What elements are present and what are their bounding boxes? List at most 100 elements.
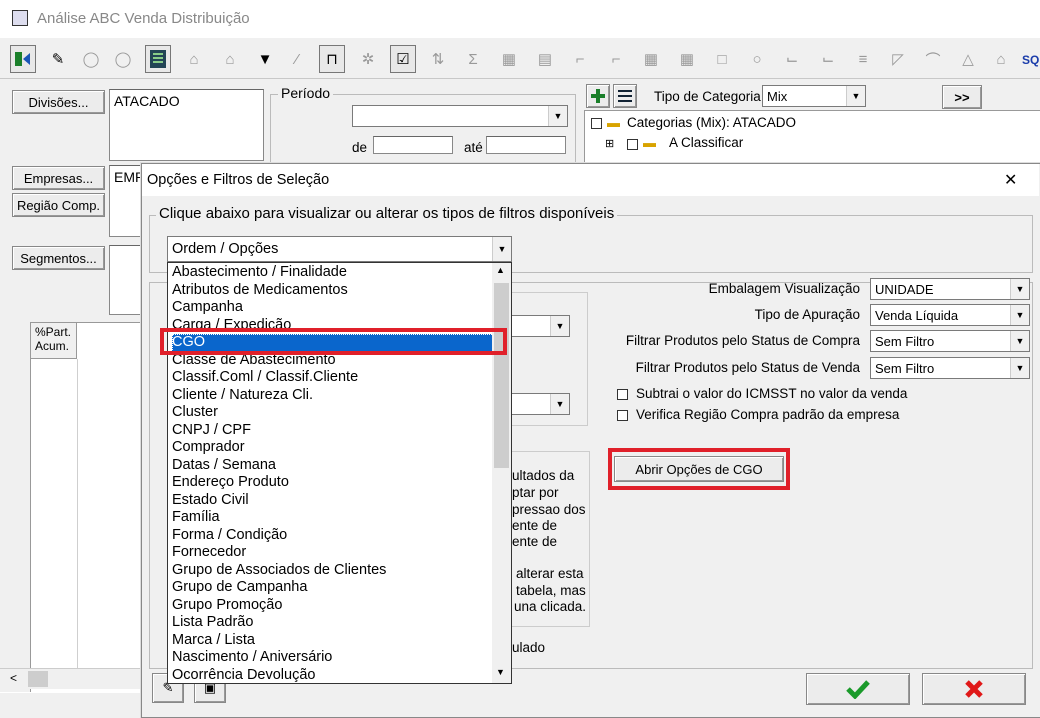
bracket-icon[interactable]: ⌐: [567, 45, 593, 73]
filter-type-select[interactable]: Ordem / Opções ▼: [167, 236, 512, 262]
steps-icon[interactable]: ⌙: [779, 45, 805, 73]
dropdown-item[interactable]: Datas / Semana: [172, 457, 494, 475]
check-icon: [846, 680, 870, 699]
filter-type-dropdown[interactable]: Abastecimento / Finalidade Atributos de M…: [167, 262, 512, 684]
checklist-icon[interactable]: ☑: [390, 45, 416, 73]
divisoes-field[interactable]: ATACADO: [109, 89, 264, 161]
add-category-icon[interactable]: [586, 84, 610, 108]
shape-icon[interactable]: ◸: [885, 45, 911, 73]
dropdown-item[interactable]: Família: [172, 509, 494, 527]
ok-button[interactable]: [806, 673, 910, 705]
info-text: ente de: [512, 534, 558, 549]
curve-icon[interactable]: ⌙: [815, 45, 841, 73]
more-button[interactable]: >>: [942, 85, 982, 109]
list-icon[interactable]: [613, 84, 637, 108]
dropdown-item[interactable]: Atributos de Medicamentos: [172, 282, 494, 300]
icmsst-checkbox[interactable]: [617, 389, 628, 400]
bars-icon[interactable]: ≡: [850, 45, 876, 73]
layout-icon[interactable]: ⊓: [319, 45, 345, 73]
reload-icon[interactable]: ◯: [110, 45, 136, 73]
lock-icon[interactable]: ⌂: [988, 45, 1014, 73]
fan-icon[interactable]: ⌒: [920, 45, 946, 73]
tipo-categoria-label: Tipo de Categoria: [654, 89, 761, 104]
dropdown-item[interactable]: Nascimento / Aniversário: [172, 649, 494, 667]
chevron-down-icon: ▼: [492, 237, 511, 261]
dropdown-item[interactable]: Grupo de Associados de Clientes: [172, 562, 494, 580]
status-compra-value: Sem Filtro: [875, 334, 935, 349]
expand-icon[interactable]: ⊞: [605, 137, 614, 150]
table2-icon[interactable]: ▤: [532, 45, 558, 73]
tipo-apuracao-select[interactable]: Venda Líquida ▼: [870, 304, 1030, 326]
dropdown-item[interactable]: Endereço Produto: [172, 474, 494, 492]
scroll-thumb[interactable]: [28, 671, 48, 687]
dropdown-item[interactable]: Lista Padrão: [172, 614, 494, 632]
sort-icon[interactable]: ⇅: [425, 45, 451, 73]
chart-down-icon[interactable]: ⌂: [217, 45, 243, 73]
chart-up-icon[interactable]: ⌂: [181, 45, 207, 73]
dropdown-item[interactable]: Fornecedor: [172, 544, 494, 562]
sum-icon[interactable]: Σ: [460, 45, 486, 73]
regiao-button[interactable]: Região Comp.: [12, 193, 105, 217]
dropdown-item[interactable]: Ocorrência Devolução: [172, 667, 494, 685]
dropdown-item[interactable]: Grupo Promoção: [172, 597, 494, 615]
square-icon[interactable]: □: [709, 45, 735, 73]
table-icon[interactable]: ▦: [496, 45, 522, 73]
tipo-apuracao-label: Tipo de Apuração: [754, 307, 860, 322]
scroll-left-icon[interactable]: <: [10, 671, 17, 685]
acumulado-label: ulado: [512, 640, 546, 655]
tree-item[interactable]: A Classificar: [669, 135, 743, 150]
x-icon: [965, 680, 983, 698]
bracket2-icon[interactable]: ⌐: [603, 45, 629, 73]
category-tree[interactable]: ▬ Categorias (Mix): ATACADO ⊞ ▬ A Classi…: [584, 110, 1040, 167]
scroll-down-icon[interactable]: ▼: [496, 667, 505, 677]
status-venda-label: Filtrar Produtos pelo Status de Venda: [635, 360, 860, 375]
close-icon[interactable]: ✕: [1004, 170, 1017, 190]
settings-icon[interactable]: ✲: [355, 45, 381, 73]
dropdown-scrollbar[interactable]: ▲ ▼: [492, 263, 511, 683]
grid-icon[interactable]: ▦: [638, 45, 664, 73]
status-venda-select[interactable]: Sem Filtro ▼: [870, 357, 1030, 379]
tipo-categoria-select[interactable]: Mix ▼: [762, 85, 866, 107]
periodo-select[interactable]: ▼: [352, 105, 568, 127]
dropdown-item[interactable]: Comprador: [172, 439, 494, 457]
eraser-icon[interactable]: ✎: [45, 45, 71, 73]
segmentos-button[interactable]: Segmentos...: [12, 246, 105, 270]
dropdown-item[interactable]: Cluster: [172, 404, 494, 422]
dropdown-item[interactable]: Abastecimento / Finalidade: [172, 264, 494, 282]
circle-icon[interactable]: ○: [744, 45, 770, 73]
periodo-legend: Período: [278, 85, 334, 101]
scroll-up-icon[interactable]: ▲: [496, 265, 505, 275]
chevron-down-icon: ▼: [1010, 331, 1029, 351]
regiao-checkbox[interactable]: [617, 410, 628, 421]
date-to-input[interactable]: [486, 136, 566, 154]
dropdown-item[interactable]: Forma / Condição: [172, 527, 494, 545]
dropdown-item[interactable]: Cliente / Natureza Cli.: [172, 387, 494, 405]
filter-icon[interactable]: ▼: [252, 45, 278, 73]
report-icon[interactable]: [145, 45, 171, 73]
cancel-button[interactable]: [922, 673, 1026, 705]
dropdown-item[interactable]: Marca / Lista: [172, 632, 494, 650]
tree-checkbox[interactable]: [591, 118, 602, 129]
date-from-input[interactable]: [373, 136, 453, 154]
exit-icon[interactable]: [10, 45, 36, 73]
tree-root[interactable]: Categorias (Mix): ATACADO: [627, 115, 796, 130]
dropdown-item[interactable]: Estado Civil: [172, 492, 494, 510]
status-compra-select[interactable]: Sem Filtro ▼: [870, 330, 1030, 352]
empresas-button[interactable]: Empresas...: [12, 166, 105, 190]
triangle-icon[interactable]: △: [955, 45, 981, 73]
pen-icon[interactable]: ⁄: [284, 45, 310, 73]
dropdown-item[interactable]: Campanha: [172, 299, 494, 317]
dropdown-item[interactable]: CNPJ / CPF: [172, 422, 494, 440]
grid2-icon[interactable]: ▦: [674, 45, 700, 73]
dropdown-item[interactable]: Grupo de Campanha: [172, 579, 494, 597]
horizontal-scrollbar[interactable]: <: [0, 668, 142, 689]
refresh-icon[interactable]: ◯: [78, 45, 104, 73]
sql-icon[interactable]: SQ: [1022, 53, 1039, 67]
divisoes-button[interactable]: Divisões...: [12, 90, 105, 114]
dropdown-item[interactable]: Classif.Coml / Classif.Cliente: [172, 369, 494, 387]
tree-checkbox[interactable]: [627, 139, 638, 150]
status-compra-label: Filtrar Produtos pelo Status de Compra: [625, 333, 860, 348]
scroll-thumb[interactable]: [494, 283, 509, 468]
embalagem-select[interactable]: UNIDADE ▼: [870, 278, 1030, 300]
filter-type-value: Ordem / Opções: [172, 241, 279, 257]
